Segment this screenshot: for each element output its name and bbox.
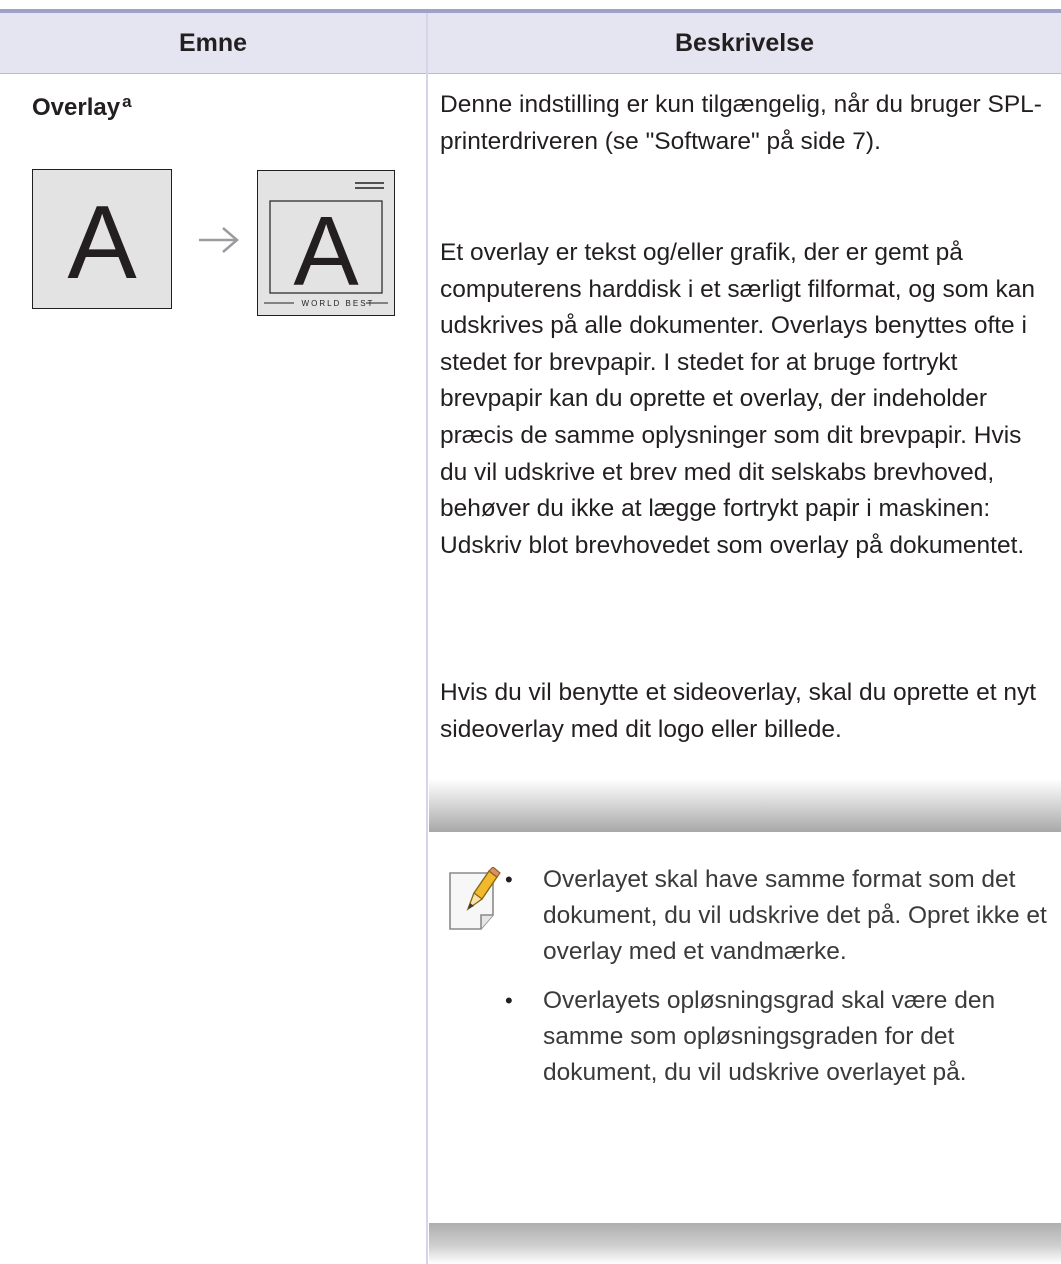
column-header-description: Beskrivelse: [674, 28, 814, 57]
column-divider: [426, 13, 428, 1264]
note-bullet-text: Overlayets opløsningsgrad skal være den …: [543, 987, 996, 1086]
page-footer-text: WORLD BEST: [302, 299, 375, 308]
note-bullet-text: Overlayet skal have samme format som det…: [543, 866, 1047, 965]
topic-title: Overlay a: [32, 92, 132, 122]
note-bullet-list: • Overlayet skal have samme format som de…: [495, 862, 1055, 1105]
description-paragraph: Hvis du vil benytte et sideoverlay, skal…: [440, 679, 1037, 743]
arrow-right-icon: [199, 227, 239, 253]
note-top-band: [429, 779, 1061, 832]
settings-table: Emne Beskrivelse Overlay a A A WORLD BEST…: [0, 0, 1061, 1264]
list-item: • Overlayet skal have samme format som de…: [505, 866, 1047, 965]
description-paragraph: Denne indstilling er kun tilgængelig, nå…: [440, 91, 1042, 155]
overlay-illustration: A A WORLD BEST: [32, 169, 402, 317]
description-paragraph: Et overlay er tekst og/eller grafik, der…: [440, 239, 1036, 559]
table-header-rule: [0, 73, 1061, 74]
plain-page-illustration: A: [32, 169, 172, 309]
topic-label: Overlay: [32, 94, 121, 121]
note-bottom-band: [429, 1223, 1061, 1264]
page-letter: A: [67, 185, 137, 301]
footnote-marker: a: [122, 92, 132, 111]
overlay-page-illustration: A WORLD BEST: [257, 170, 395, 316]
list-item: • Overlayets opløsningsgrad skal være den…: [505, 987, 996, 1086]
column-header-topic: Emne: [178, 28, 248, 57]
page-letter: A: [293, 196, 359, 306]
